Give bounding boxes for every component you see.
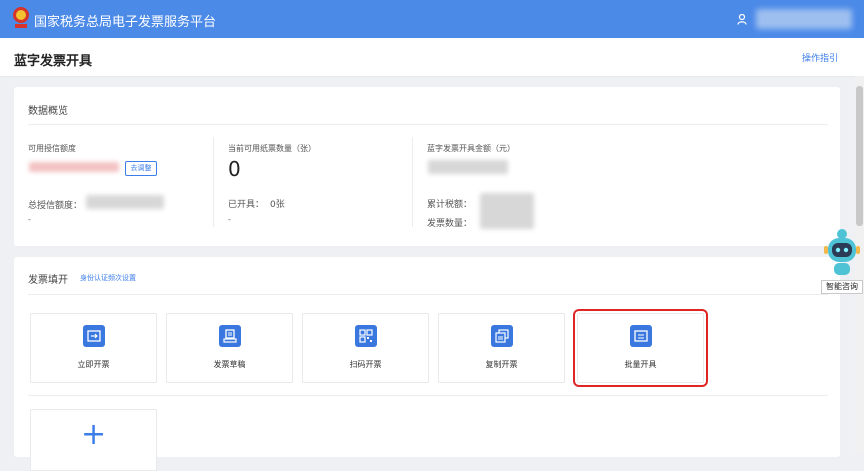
issued-value: 0张	[270, 200, 285, 210]
tile-copy-invoice[interactable]: 复制开票	[438, 313, 565, 383]
tile-scan-invoice[interactable]: 扫码开票	[302, 313, 429, 383]
available-credit-label: 可用授信额度	[28, 144, 76, 153]
overview-card: 数据概览 可用授信额度 去调整 总授信额度： - 当前可用纸票数量（张） 0 已…	[14, 87, 840, 246]
column-divider	[213, 137, 214, 227]
tile-label: 复制开票	[485, 360, 518, 369]
total-credit-amount-redacted	[86, 195, 164, 209]
issued-label: 已开具：	[228, 200, 265, 210]
smart-consult-widget[interactable]: 智能咨询	[820, 226, 864, 296]
instant-invoice-icon	[83, 325, 105, 347]
paper-count-label: 当前可用纸票数量（张）	[228, 144, 316, 153]
guide-link[interactable]: 操作指引	[802, 51, 838, 64]
paper-count-value: 0	[228, 157, 241, 181]
divider	[28, 124, 828, 125]
user-icon[interactable]	[737, 14, 747, 25]
plus-icon: +	[81, 417, 107, 452]
tile-label: 发票草稿	[213, 360, 246, 369]
tax-total-label: 累计税额：	[427, 200, 473, 210]
issue-section-title: 发票填开	[28, 275, 68, 286]
page-header: 蓝字发票开具 操作指引	[0, 38, 864, 77]
copy-invoice-icon	[491, 325, 513, 347]
scroll-thumb[interactable]	[856, 86, 863, 226]
invoice-issue-card: 发票填开 身份认证频次设置 立即开票 发票草稿 扫码开票 复制开票 批量开具 +	[14, 257, 840, 471]
tile-instant-invoice[interactable]: 立即开票	[30, 313, 157, 383]
divider	[28, 294, 828, 295]
robot-assistant-icon	[824, 229, 860, 275]
page-title: 蓝字发票开具	[14, 54, 93, 69]
divider	[28, 395, 828, 396]
total-credit-value: -	[28, 215, 31, 224]
tile-label: 批量开具	[624, 360, 657, 369]
qrcode-icon	[355, 325, 377, 347]
smart-consult-label[interactable]: 智能咨询	[821, 280, 863, 294]
blue-amount-label: 蓝字发票开具金额（元）	[427, 144, 515, 153]
tile-invoice-draft[interactable]: 发票草稿	[166, 313, 293, 383]
auth-frequency-link[interactable]: 身份认证频次设置	[80, 273, 136, 283]
top-bar: 国家税务总局电子发票服务平台	[0, 0, 864, 38]
tile-label: 扫码开票	[349, 360, 382, 369]
blue-amount-redacted	[428, 160, 508, 174]
user-name-redacted[interactable]	[756, 9, 852, 29]
tax-and-count-redacted	[480, 193, 534, 229]
column-divider	[412, 137, 413, 227]
paper-dash-value: -	[228, 215, 231, 224]
adjust-button[interactable]: 去调整	[125, 161, 157, 176]
app-title: 国家税务总局电子发票服务平台	[34, 15, 217, 30]
available-credit-value-redacted	[29, 162, 119, 172]
batch-issue-icon	[630, 325, 652, 347]
tile-label: 立即开票	[77, 360, 110, 369]
add-shortcut-tile[interactable]: +	[30, 409, 157, 471]
tax-emblem-icon	[13, 7, 29, 28]
draft-icon	[219, 325, 241, 347]
overview-title: 数据概览	[28, 106, 68, 117]
tile-batch-issue[interactable]: 批量开具	[573, 309, 708, 387]
total-credit-label: 总授信额度：	[28, 201, 83, 211]
invoice-count-label: 发票数量：	[427, 219, 473, 229]
